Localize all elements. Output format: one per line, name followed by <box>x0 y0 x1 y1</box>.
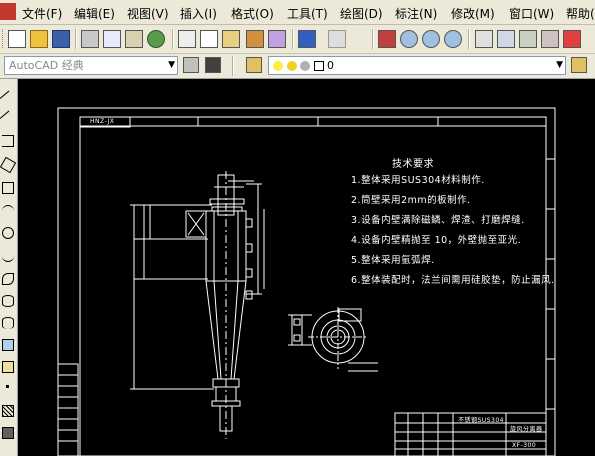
note-6: 6.整体装配时，法兰间需用硅胶垫，防止漏风. <box>351 275 555 286</box>
line-icon[interactable] <box>0 90 17 108</box>
ellipse-arc-icon[interactable] <box>2 317 14 329</box>
cut-icon[interactable] <box>178 30 196 48</box>
note-3: 3.设备内壁满除磁鳞、焊渣、打磨焊缝. <box>351 215 525 226</box>
zoom-window-icon[interactable] <box>422 30 440 48</box>
pan-icon[interactable] <box>378 30 396 48</box>
chevron-down-icon: ▼ <box>168 60 175 70</box>
menu-dimension[interactable]: 标注(N) <box>395 5 437 22</box>
menu-bar: 文件(F) 编辑(E) 视图(V) 插入(I) 格式(O) 工具(T) 绘图(D… <box>0 0 595 25</box>
save-icon[interactable] <box>52 30 70 48</box>
lock-icon <box>300 61 310 71</box>
circle-icon[interactable] <box>2 227 14 239</box>
app-icon[interactable] <box>0 3 16 20</box>
title-block-material: 不锈钢SUS304 <box>458 417 504 424</box>
workspace-value: AutoCAD 经典 <box>9 59 84 72</box>
rectangle-icon[interactable] <box>2 182 14 194</box>
spline-icon[interactable] <box>2 273 14 285</box>
note-5: 5.整体采用氩弧焊. <box>351 255 435 266</box>
notes-title: 技术要求 <box>392 159 434 170</box>
plot-preview-icon[interactable] <box>103 30 121 48</box>
layer-manager-icon[interactable] <box>246 57 262 73</box>
match-properties-icon[interactable] <box>246 30 264 48</box>
hatch-icon[interactable] <box>2 405 14 417</box>
design-center-icon[interactable] <box>497 30 515 48</box>
menu-insert[interactable]: 插入(I) <box>180 5 217 22</box>
sun-icon <box>286 61 297 71</box>
menu-file[interactable]: 文件(F) <box>22 5 62 22</box>
menu-modify[interactable]: 修改(M) <box>451 5 495 22</box>
note-4: 4.设备内壁精抛至 10，外壁抛至亚光. <box>351 235 522 246</box>
zoom-previous-icon[interactable] <box>444 30 462 48</box>
note-2: 2.筒壁采用2mm的板制作. <box>351 195 471 206</box>
arc-icon[interactable] <box>2 205 14 217</box>
drawing-canvas[interactable]: HNZ-JX 技术要求 1.整体采用SUS304材料制作. 2.筒壁采用2mm的… <box>18 79 595 456</box>
markup-icon[interactable] <box>563 30 581 48</box>
drawing-svg <box>57 107 556 456</box>
title-block-code: XF-300 <box>512 442 537 449</box>
plan-inlet <box>338 308 362 322</box>
redo-icon[interactable] <box>328 30 346 48</box>
make-current-layer-icon[interactable] <box>571 57 587 73</box>
insert-block-icon[interactable] <box>2 339 14 351</box>
construction-line-icon[interactable] <box>0 110 17 128</box>
layer-select[interactable]: 0 ▼ <box>268 56 566 75</box>
chevron-down-icon: ▼ <box>556 60 563 70</box>
workspace-select[interactable]: AutoCAD 经典 ▼ <box>4 56 178 75</box>
properties-icon[interactable] <box>475 30 493 48</box>
polyline-icon[interactable] <box>2 135 14 147</box>
menu-edit[interactable]: 编辑(E) <box>74 5 115 22</box>
toolbar-separator <box>468 29 470 49</box>
publish-web-icon[interactable] <box>147 30 165 48</box>
workspace-toolbar: AutoCAD 经典 ▼ 0 ▼ <box>0 54 595 79</box>
title-block-name: 旋风分离器 <box>510 426 543 433</box>
print-icon[interactable] <box>81 30 99 48</box>
menu-help[interactable]: 帮助( <box>566 5 595 22</box>
standard-toolbar <box>0 25 595 54</box>
inner-frame <box>79 116 547 456</box>
menu-format[interactable]: 格式(O) <box>231 5 274 22</box>
toolbar-grip[interactable] <box>2 29 6 48</box>
paste-icon[interactable] <box>222 30 240 48</box>
gradient-icon[interactable] <box>2 427 14 439</box>
publish-icon[interactable] <box>125 30 143 48</box>
menu-draw[interactable]: 绘图(D) <box>340 5 383 22</box>
undo-icon[interactable] <box>298 30 316 48</box>
polygon-icon[interactable] <box>0 156 17 174</box>
note-1: 1.整体采用SUS304材料制作. <box>351 175 485 186</box>
tool-palettes-icon[interactable] <box>519 30 537 48</box>
zoom-realtime-icon[interactable] <box>400 30 418 48</box>
menu-tools[interactable]: 工具(T) <box>287 5 328 22</box>
toolbar-separator <box>232 56 234 76</box>
copy-icon[interactable] <box>200 30 218 48</box>
lightbulb-icon <box>273 61 283 71</box>
menu-view[interactable]: 视图(V) <box>127 5 169 22</box>
toolbar-separator <box>172 29 174 49</box>
my-workspace-icon[interactable] <box>205 57 221 73</box>
workspace-settings-icon[interactable] <box>183 57 199 73</box>
block-editor-icon[interactable] <box>268 30 286 48</box>
make-block-icon[interactable] <box>2 361 14 373</box>
toolbar-separator <box>372 29 374 49</box>
sheet-set-icon[interactable] <box>541 30 559 48</box>
toolbar-separator <box>292 29 294 49</box>
layer-value: 0 <box>327 59 334 72</box>
toolbar-separator <box>75 29 77 49</box>
ellipse-icon[interactable] <box>2 295 14 307</box>
open-file-icon[interactable] <box>30 30 48 48</box>
menu-window[interactable]: 窗口(W) <box>509 5 554 22</box>
new-file-icon[interactable] <box>8 30 26 48</box>
frame-code: HNZ-JX <box>90 118 115 125</box>
revision-cloud-icon[interactable] <box>2 250 14 262</box>
layer-color-swatch <box>313 61 324 71</box>
draw-toolbar <box>0 79 18 456</box>
point-icon[interactable] <box>6 385 9 388</box>
